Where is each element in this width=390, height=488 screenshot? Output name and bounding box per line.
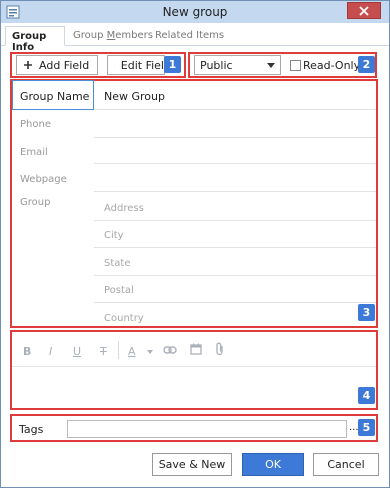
tab-label: Related Items [155, 30, 225, 41]
chevron-down-icon[interactable] [147, 350, 153, 354]
read-only-label: Read-Only [303, 59, 361, 72]
divider [94, 275, 376, 276]
toolbar-separator [118, 341, 119, 359]
font-color-button[interactable]: A [128, 345, 136, 358]
add-field-button[interactable]: Add Field [16, 55, 98, 75]
address-input[interactable]: Address [104, 203, 144, 214]
close-icon [359, 5, 369, 16]
italic-button[interactable]: I [49, 345, 52, 358]
chevron-down-icon [267, 63, 275, 68]
divider [94, 220, 376, 221]
plus-icon [24, 61, 32, 69]
group-name-label: Group Name [20, 90, 90, 103]
paperclip-icon[interactable] [215, 342, 225, 356]
ok-button[interactable]: OK [242, 453, 304, 476]
tab-group-info[interactable]: Group Info [5, 26, 65, 53]
group-label: Group [20, 197, 51, 208]
tab-label: embers [115, 30, 153, 41]
tags-input[interactable] [67, 420, 347, 438]
tab-label: Group Info [12, 31, 47, 53]
add-field-label: Add Field [39, 58, 90, 72]
bold-button[interactable]: B [23, 345, 31, 358]
ok-label: OK [265, 458, 281, 471]
phone-input[interactable] [94, 137, 376, 138]
tab-label-accesskey: M [106, 30, 116, 41]
postal-input[interactable]: Postal [104, 285, 134, 296]
city-input[interactable]: City [104, 230, 124, 241]
window-title: New group [162, 5, 228, 19]
cancel-button[interactable]: Cancel [313, 453, 379, 476]
email-label: Email [20, 147, 48, 158]
notes-editor[interactable] [12, 367, 376, 408]
annotation-badge-3: 3 [358, 304, 375, 321]
strikethrough-button[interactable]: T [100, 345, 107, 358]
annotation-badge-4: 4 [358, 387, 375, 404]
link-icon[interactable] [163, 345, 177, 355]
title-bar: New group [1, 1, 389, 23]
visibility-value: Public [200, 59, 233, 72]
country-input[interactable]: Country [104, 313, 144, 324]
annotation-badge-5: 5 [358, 419, 375, 436]
save-and-new-label: Save & New [158, 458, 226, 471]
pencil-icon [114, 64, 115, 66]
tab-related-items[interactable]: Related Items [155, 26, 225, 46]
edit-field-button[interactable]: Edit Fiel [107, 55, 165, 75]
group-name-input[interactable]: New Group [104, 90, 165, 103]
email-input[interactable] [94, 163, 376, 164]
divider [94, 109, 376, 110]
phone-label: Phone [20, 119, 51, 130]
state-input[interactable]: State [104, 258, 130, 269]
divider [94, 247, 376, 248]
webpage-input[interactable] [94, 191, 376, 192]
save-and-new-button[interactable]: Save & New [152, 453, 232, 476]
tab-label: Group [73, 30, 107, 41]
tags-label: Tags [19, 423, 44, 436]
tab-group-members[interactable]: Group Members [73, 26, 153, 46]
divider [94, 302, 376, 303]
underline-button[interactable]: U [73, 345, 81, 358]
calendar-icon[interactable] [190, 343, 202, 355]
annotation-badge-2: 2 [358, 56, 375, 73]
visibility-select[interactable]: Public [194, 55, 281, 75]
cancel-label: Cancel [327, 458, 365, 471]
new-group-window: New group Group Info Group Members Relat… [0, 0, 390, 488]
annotation-badge-1: 1 [164, 56, 181, 73]
webpage-label: Webpage [20, 174, 67, 185]
read-only-checkbox[interactable] [290, 60, 301, 71]
edit-field-label: Edit Fiel [120, 58, 164, 72]
close-button[interactable] [347, 2, 381, 19]
annotation-box-3 [10, 79, 378, 328]
tab-bar: Group Info Group Members Related Items [1, 24, 389, 53]
